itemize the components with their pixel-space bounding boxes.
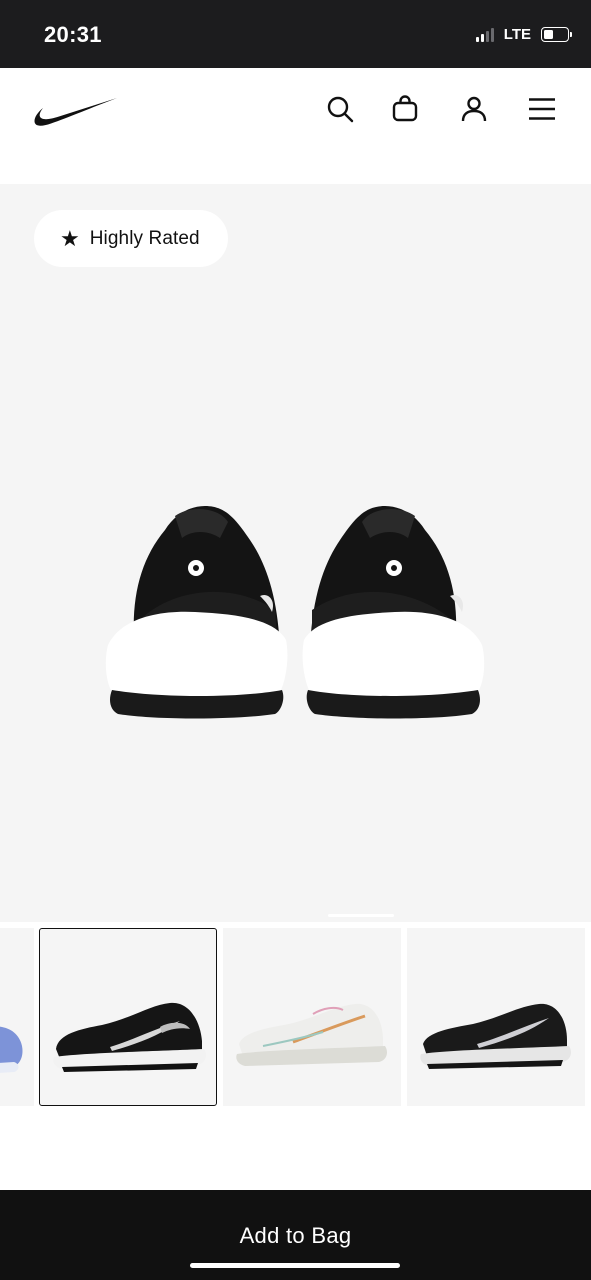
add-to-bag-button[interactable]: Add to Bag xyxy=(0,1223,591,1249)
thumbnail-white-multicolor[interactable] xyxy=(223,928,401,1106)
account-icon xyxy=(461,96,487,122)
search-button[interactable] xyxy=(324,93,356,125)
menu-button[interactable] xyxy=(526,93,558,125)
status-bar: 20:31 LTE xyxy=(0,0,591,68)
nike-logo[interactable] xyxy=(33,96,119,133)
signal-icon xyxy=(475,27,494,42)
swoosh-icon xyxy=(34,98,117,126)
bag-button[interactable] xyxy=(389,93,421,125)
highly-rated-badge: ★ Highly Rated xyxy=(34,210,228,267)
add-to-bag-bar: Add to Bag xyxy=(0,1190,591,1280)
status-time: 20:31 xyxy=(44,22,102,47)
menu-icon xyxy=(529,98,555,120)
shoe-black-white-image xyxy=(53,1002,206,1072)
thumbnail-blue[interactable] xyxy=(0,928,34,1106)
account-button[interactable] xyxy=(458,93,490,125)
bag-icon xyxy=(392,95,418,122)
color-thumbnails xyxy=(0,928,591,1106)
thumbnail-black-white[interactable] xyxy=(39,928,217,1106)
thumbnail-black-grey[interactable] xyxy=(407,928,585,1106)
shoes-rear-view-image xyxy=(105,506,485,719)
shoe-black-grey-image xyxy=(420,1003,571,1069)
battery-icon xyxy=(541,27,572,42)
network-type: LTE xyxy=(503,26,531,43)
shoe-blue-image xyxy=(0,1026,23,1073)
status-indicators: LTE xyxy=(475,26,572,43)
star-icon: ★ xyxy=(60,225,80,251)
site-header xyxy=(0,68,591,184)
search-icon xyxy=(327,96,354,123)
badge-label: Highly Rated xyxy=(89,227,200,249)
shoe-white-multicolor-image xyxy=(236,1003,387,1066)
product-hero[interactable]: ★ Highly Rated xyxy=(0,184,591,922)
carousel-scroll-indicator xyxy=(328,914,394,917)
home-indicator xyxy=(190,1263,400,1268)
